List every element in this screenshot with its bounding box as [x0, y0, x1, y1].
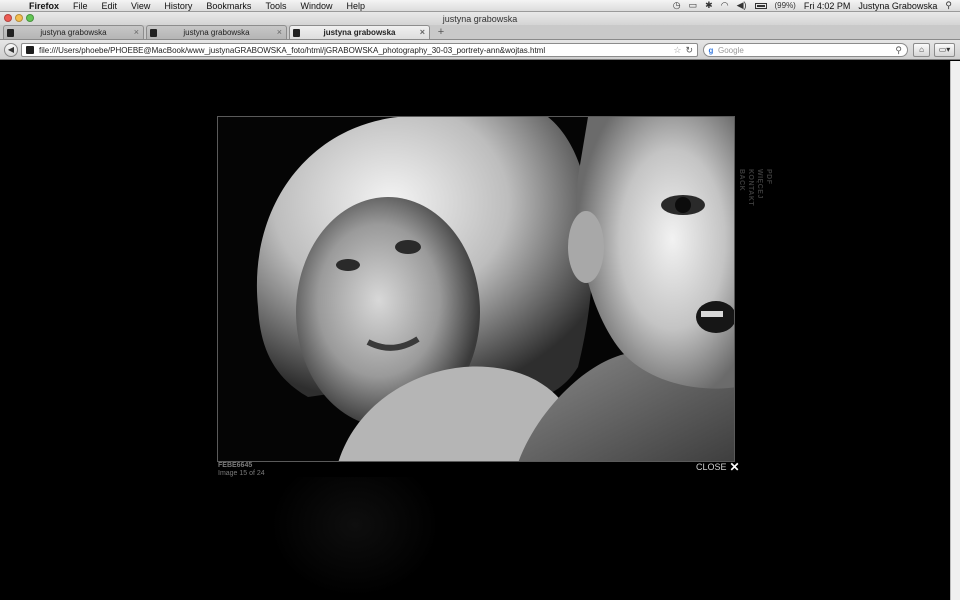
toolbar-menu-button[interactable]: ▭▾: [934, 43, 955, 57]
bluetooth-icon[interactable]: ✱: [705, 0, 713, 11]
side-navigation: BACK KONTAKT WIĘCEJ PDF: [738, 169, 772, 206]
spotlight-icon[interactable]: ⚲: [945, 0, 952, 11]
background-shadow: [270, 477, 440, 597]
volume-icon[interactable]: ◀): [737, 0, 747, 11]
window-titlebar: justyna grabowska: [0, 12, 960, 25]
url-bar[interactable]: file:///Users/phoebe/PHOEBE@MacBook/www_…: [21, 43, 698, 57]
menu-help[interactable]: Help: [339, 0, 372, 12]
image-code: FEBE6645: [218, 462, 253, 469]
battery-icon[interactable]: [754, 2, 767, 9]
status-area: ◷ ▭ ✱ ◠ ◀) (99%) Fri 4:02 PM Justyna Gra…: [673, 0, 960, 11]
image-counter: Image 15 of 24: [218, 470, 265, 477]
window-close-button[interactable]: [4, 14, 12, 22]
tab-close-icon[interactable]: ×: [420, 27, 425, 37]
back-button[interactable]: ◀: [4, 43, 18, 57]
user-name[interactable]: Justyna Grabowska: [858, 1, 937, 11]
menu-window[interactable]: Window: [293, 0, 339, 12]
url-text[interactable]: file:///Users/phoebe/PHOEBE@MacBook/www_…: [39, 46, 673, 55]
tab-close-icon[interactable]: ×: [277, 27, 282, 37]
search-input[interactable]: Google: [718, 46, 895, 55]
clock[interactable]: Fri 4:02 PM: [804, 1, 851, 11]
portrait-photo: [218, 117, 734, 461]
menu-tools[interactable]: Tools: [258, 0, 293, 12]
tab-favicon-icon: [293, 29, 300, 37]
menu-app-firefox[interactable]: Firefox: [22, 0, 66, 12]
window-zoom-button[interactable]: [26, 14, 34, 22]
new-tab-button[interactable]: +: [434, 26, 448, 39]
side-link-pdf[interactable]: PDF: [765, 169, 772, 206]
search-icon[interactable]: ⚲: [895, 45, 902, 56]
tab-close-icon[interactable]: ×: [134, 27, 139, 37]
menu-bookmarks[interactable]: Bookmarks: [199, 0, 258, 12]
tab-label: justyna grabowska: [40, 28, 107, 37]
reload-icon[interactable]: ↻: [685, 45, 693, 56]
tab-2[interactable]: justyna grabowska ×: [146, 25, 287, 39]
close-label: CLOSE: [696, 462, 727, 472]
side-link-kontakt[interactable]: KONTAKT: [747, 169, 754, 206]
window-minimize-button[interactable]: [15, 14, 23, 22]
close-icon: ✕: [729, 460, 740, 474]
menu-file[interactable]: File: [66, 0, 95, 12]
tab-favicon-icon: [7, 29, 14, 37]
navigation-toolbar: ◀ file:///Users/phoebe/PHOEBE@MacBook/ww…: [0, 40, 960, 60]
lightbox-close-button[interactable]: CLOSE ✕: [696, 460, 740, 474]
window-controls: [4, 14, 34, 22]
tab-1[interactable]: justyna grabowska ×: [3, 25, 144, 39]
window-title: justyna grabowska: [442, 13, 518, 24]
mac-menu-bar: Firefox File Edit View History Bookmarks…: [0, 0, 960, 12]
home-button[interactable]: ⌂: [913, 43, 930, 57]
menu-view[interactable]: View: [124, 0, 157, 12]
side-link-back[interactable]: BACK: [738, 169, 745, 206]
side-link-wiecej[interactable]: WIĘCEJ: [756, 169, 763, 206]
search-engine-icon[interactable]: g: [704, 46, 718, 55]
menu-edit[interactable]: Edit: [95, 0, 125, 12]
bookmark-star-icon[interactable]: ☆: [673, 45, 681, 56]
tab-label: justyna grabowska: [323, 28, 396, 37]
site-identity-icon[interactable]: [26, 46, 34, 54]
tab-favicon-icon: [150, 29, 157, 37]
tab-label: justyna grabowska: [183, 28, 250, 37]
wifi-icon[interactable]: ◠: [721, 0, 729, 11]
lightbox-photo[interactable]: [217, 116, 735, 462]
search-bar[interactable]: g Google ⚲: [703, 43, 908, 57]
menu-history[interactable]: History: [157, 0, 199, 12]
page-scrollbar[interactable]: [950, 61, 960, 600]
battery-percent: (99%): [774, 1, 796, 10]
time-machine-icon[interactable]: ◷: [673, 0, 681, 11]
page-content: BACK KONTAKT WIĘCEJ PDF FEBE6645 Image 1…: [0, 61, 950, 600]
tab-3-active[interactable]: justyna grabowska ×: [289, 25, 430, 39]
tab-strip: justyna grabowska × justyna grabowska × …: [0, 25, 960, 40]
display-icon[interactable]: ▭: [689, 0, 698, 11]
